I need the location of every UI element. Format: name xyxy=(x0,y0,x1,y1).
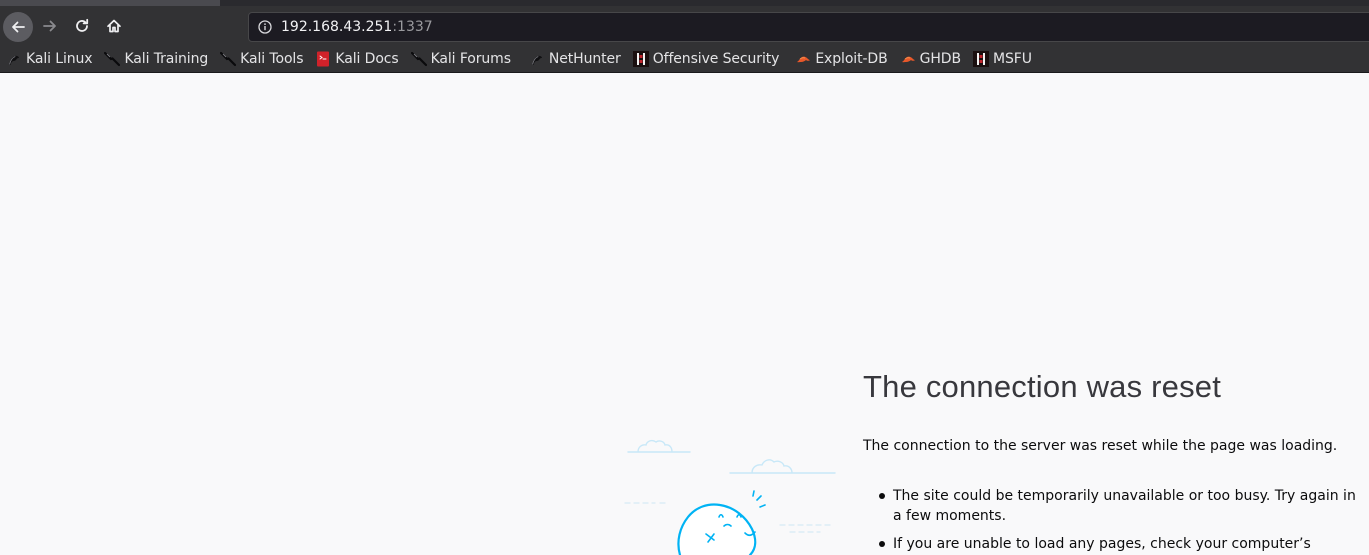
kali-dragon-icon xyxy=(410,51,427,67)
error-description: The connection to the server was reset w… xyxy=(863,438,1338,454)
bookmark-kali-docs[interactable]: Kali Docs xyxy=(309,47,402,71)
offsec-icon xyxy=(632,51,649,67)
active-tab-edge[interactable] xyxy=(0,0,220,6)
kali-dragon-icon xyxy=(6,51,22,67)
bookmark-label: Kali Docs xyxy=(335,51,399,67)
forward-button[interactable] xyxy=(35,11,65,41)
bookmark-label: Kali Training xyxy=(124,51,209,67)
bookmark-kali-tools[interactable]: Kali Tools xyxy=(214,47,307,71)
reload-icon xyxy=(76,18,89,32)
reload-button[interactable] xyxy=(67,11,97,41)
exploitdb-icon xyxy=(900,51,916,67)
bookmark-exploit-db[interactable]: Exploit-DB xyxy=(789,47,891,71)
url-text[interactable]: 192.168.43.251:1337 xyxy=(281,19,433,35)
bookmark-msfu[interactable]: MSFU xyxy=(967,47,1036,71)
bookmark-kali-forums[interactable]: Kali Forums xyxy=(405,47,515,71)
cloud-icon xyxy=(729,459,836,474)
list-item: The site could be temporarily unavailabl… xyxy=(877,486,1357,526)
bookmark-label: Kali Linux xyxy=(26,51,93,67)
kali-docs-icon xyxy=(315,51,331,67)
kali-dragon-icon xyxy=(104,51,121,67)
bookmark-offensive-security[interactable]: Offensive Security xyxy=(627,47,784,71)
bookmark-label: MSFU xyxy=(992,51,1032,67)
error-suggestions-list: The site could be temporarily unavailabl… xyxy=(877,486,1357,555)
connection-reset-illustration xyxy=(624,439,836,555)
cloud-icon xyxy=(627,439,691,453)
bookmark-label: Kali Forums xyxy=(430,51,511,67)
offsec-icon xyxy=(972,51,989,67)
bookmark-label: NetHunter xyxy=(548,51,621,67)
bookmark-label: GHDB xyxy=(919,51,961,67)
kali-dragon-icon xyxy=(220,51,237,67)
url-host: 192.168.43.251 xyxy=(281,19,393,35)
bookmark-label: Exploit-DB xyxy=(815,51,888,67)
bookmarks-toolbar: Kali Linux Kali Training Kali Tools Kali… xyxy=(0,47,1038,71)
back-button[interactable] xyxy=(3,12,33,42)
back-arrow-icon xyxy=(12,21,25,33)
tab-strip xyxy=(0,0,1369,6)
error-title: The connection was reset xyxy=(863,369,1222,404)
home-button[interactable] xyxy=(99,11,129,41)
bookmark-nethunter[interactable]: NetHunter xyxy=(523,47,625,71)
bookmark-ghdb[interactable]: GHDB xyxy=(894,47,965,71)
forward-arrow-icon xyxy=(43,20,56,32)
bookmark-kali-training[interactable]: Kali Training xyxy=(98,47,212,71)
blob-character xyxy=(677,503,757,555)
address-bar[interactable]: 192.168.43.251:1337 xyxy=(248,12,1369,42)
browser-toolbar: 192.168.43.251:1337 Kali Linux Kali Trai… xyxy=(0,0,1369,73)
site-info-icon[interactable] xyxy=(258,20,272,34)
list-item: If you are unable to load any pages, che… xyxy=(877,534,1357,555)
nethunter-icon xyxy=(529,51,545,67)
bookmark-kali-linux[interactable]: Kali Linux xyxy=(0,47,96,71)
bookmark-label: Offensive Security xyxy=(652,51,780,67)
home-icon xyxy=(107,19,121,33)
url-port: :1337 xyxy=(392,19,433,35)
bookmark-label: Kali Tools xyxy=(240,51,304,67)
exploitdb-icon xyxy=(795,51,811,67)
